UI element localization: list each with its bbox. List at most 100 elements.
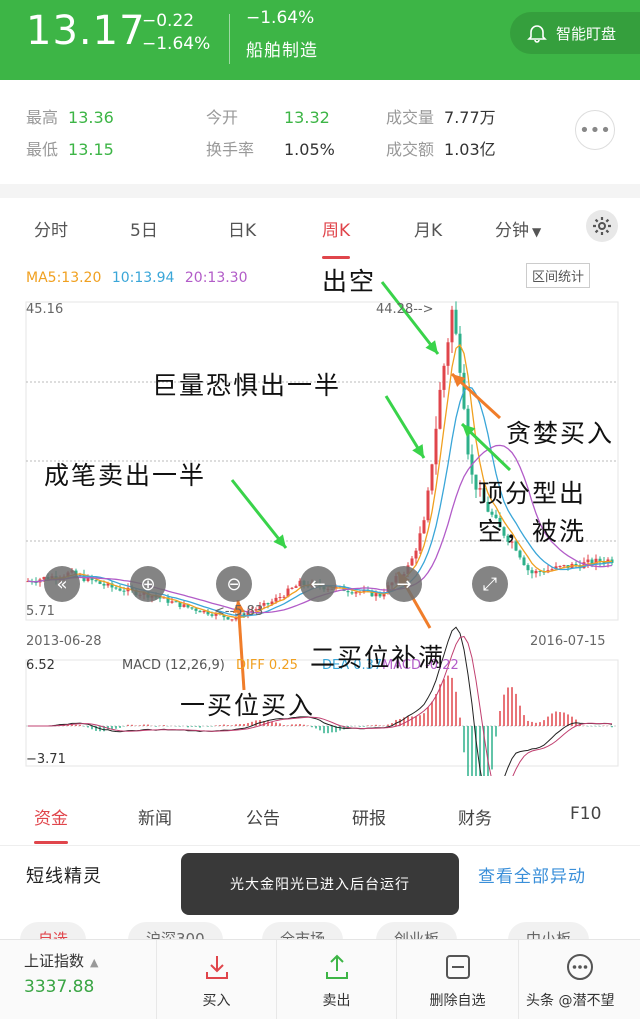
ma10-value: 10:13.94 — [111, 270, 175, 286]
candle-body — [586, 559, 590, 563]
sector-change: −1.64% — [246, 8, 315, 28]
tab-daily-k[interactable]: 日K — [228, 216, 256, 241]
zoom-out-button[interactable]: ⊖ — [216, 566, 252, 602]
candle-body — [102, 583, 106, 586]
candle-body — [282, 596, 286, 598]
active-tab-underline — [34, 841, 68, 844]
smart-watch-button[interactable]: 智能盯盘 — [510, 12, 640, 54]
candle-body — [418, 533, 422, 551]
quote-header: 13.17 −0.22 −1.64% −1.64% 船舶制造 智能盯盘 — [0, 0, 640, 80]
minus-square-icon — [445, 955, 470, 979]
y-axis-max: 45.16 — [26, 302, 64, 317]
candle-body — [442, 365, 446, 390]
ma20-value: 20:13.30 — [184, 270, 248, 286]
candle-body — [434, 428, 438, 465]
candle-body — [122, 590, 126, 592]
change-percent: −1.64% — [142, 34, 211, 54]
price-change: −0.22 −1.64% — [142, 10, 210, 56]
annotation-text: 出空 — [322, 267, 377, 296]
candle-body — [174, 601, 178, 603]
bell-icon — [527, 25, 547, 43]
chip-all-market[interactable]: 全市场 — [262, 922, 344, 940]
y-axis-min: 5.71 — [26, 604, 55, 619]
tab-news[interactable]: 新闻 — [138, 804, 172, 829]
caret-up-icon: ▲ — [90, 956, 99, 969]
tab-5day[interactable]: 5日 — [130, 216, 158, 241]
candle-body — [422, 520, 426, 534]
tab-funds[interactable]: 资金 — [34, 804, 68, 844]
stat-amount: 成交额 1.03亿 — [386, 140, 496, 159]
candle-body — [458, 333, 462, 373]
candle-body — [94, 580, 98, 582]
candle-body — [274, 597, 278, 602]
annotation-arrows — [230, 281, 512, 691]
annotation-text: 成笔卖出一半 — [44, 461, 207, 490]
buy-icon — [205, 956, 228, 979]
market-filter-chips: 自选 沪深300 全市场 创业板 中小板 — [0, 922, 640, 940]
candle-body — [558, 565, 562, 567]
candle-body — [182, 604, 186, 607]
candle-body — [278, 597, 282, 599]
remove-watchlist-label: 删除自选 — [429, 993, 486, 1009]
low-price-label: <--5.83 — [214, 604, 264, 619]
tab-minute[interactable]: 分钟 ▼ — [495, 216, 541, 241]
ma-legend: MA5:13.20 10:13.94 20:13.30 — [26, 270, 254, 286]
candle-body — [350, 592, 354, 594]
sell-label: 卖出 — [322, 993, 351, 1009]
candle-body — [530, 570, 534, 574]
chip-watchlist[interactable]: 自选 — [20, 922, 87, 940]
scroll-right-button[interactable]: → — [386, 566, 422, 602]
smart-watch-label: 智能盯盘 — [556, 24, 617, 43]
candle-body — [346, 591, 350, 593]
toast-message: 光大金阳光已进入后台运行 — [181, 853, 459, 915]
sell-button[interactable]: 卖出 — [276, 940, 396, 1019]
chip-csi300[interactable]: 沪深300 — [128, 922, 223, 940]
stat-turnover: 换手率 1.05% — [206, 140, 335, 159]
tab-research[interactable]: 研报 — [352, 804, 386, 829]
zoom-in-button[interactable]: ⊕ — [130, 566, 166, 602]
candle-body — [522, 557, 526, 566]
macd-diff: DIFF 0.25 — [236, 658, 298, 673]
candle-body — [414, 550, 418, 559]
candle-body — [290, 587, 294, 589]
candle-body — [374, 593, 378, 597]
candle-body — [118, 588, 122, 591]
tab-minute-label: 分钟 — [495, 221, 529, 241]
scroll-left-fast-button[interactable]: « — [44, 566, 80, 602]
tab-announcements[interactable]: 公告 — [246, 804, 280, 829]
short-term-title: 短线精灵 — [26, 866, 102, 887]
more-options-button[interactable]: ••• — [575, 110, 615, 150]
chip-sme[interactable]: 中小板 — [508, 922, 590, 940]
stat-low: 最低 13.15 — [26, 140, 114, 159]
tab-monthly-k[interactable]: 月K — [414, 216, 442, 241]
candle-body — [198, 610, 202, 613]
chevron-down-icon: ▼ — [532, 225, 542, 239]
arrow-sell-top — [380, 281, 440, 355]
tab-weekly-k[interactable]: 周K — [322, 216, 351, 259]
chip-chinext[interactable]: 创业板 — [376, 922, 458, 940]
view-all-link[interactable]: 查看全部异动 — [478, 862, 586, 887]
stat-volume: 成交量 7.77万 — [386, 108, 496, 127]
start-date: 2013-06-28 — [26, 634, 102, 649]
candle-body — [430, 464, 434, 491]
fullscreen-button[interactable]: ⤢ — [472, 566, 508, 602]
candle-body — [526, 565, 530, 571]
info-tabs: 资金 新闻 公告 研报 财务 F10 — [0, 790, 640, 846]
remove-watchlist-button[interactable]: 删除自选 — [396, 940, 518, 1019]
arrow-right-icon: → — [396, 573, 412, 595]
stock-detail-page: { "header": { "price": "13.17", "change"… — [0, 0, 640, 1019]
candle-body — [574, 564, 578, 566]
range-stats-button[interactable]: 区间统计 — [526, 263, 591, 288]
candle-body — [562, 565, 566, 567]
stat-high: 最高 13.36 — [26, 108, 114, 127]
sector-name[interactable]: 船舶制造 — [246, 36, 318, 61]
chart-settings-button[interactable] — [586, 210, 618, 242]
tab-timeshare[interactable]: 分时 — [34, 216, 68, 241]
index-name[interactable]: 上证指数 ▲ — [24, 950, 98, 971]
tab-finance[interactable]: 财务 — [458, 804, 492, 829]
candle-body — [170, 601, 174, 603]
buy-button[interactable]: 买入 — [156, 940, 276, 1019]
candle-body — [438, 389, 442, 429]
tab-f10[interactable]: F10 — [570, 804, 601, 824]
scroll-left-button[interactable]: ← — [300, 566, 336, 602]
